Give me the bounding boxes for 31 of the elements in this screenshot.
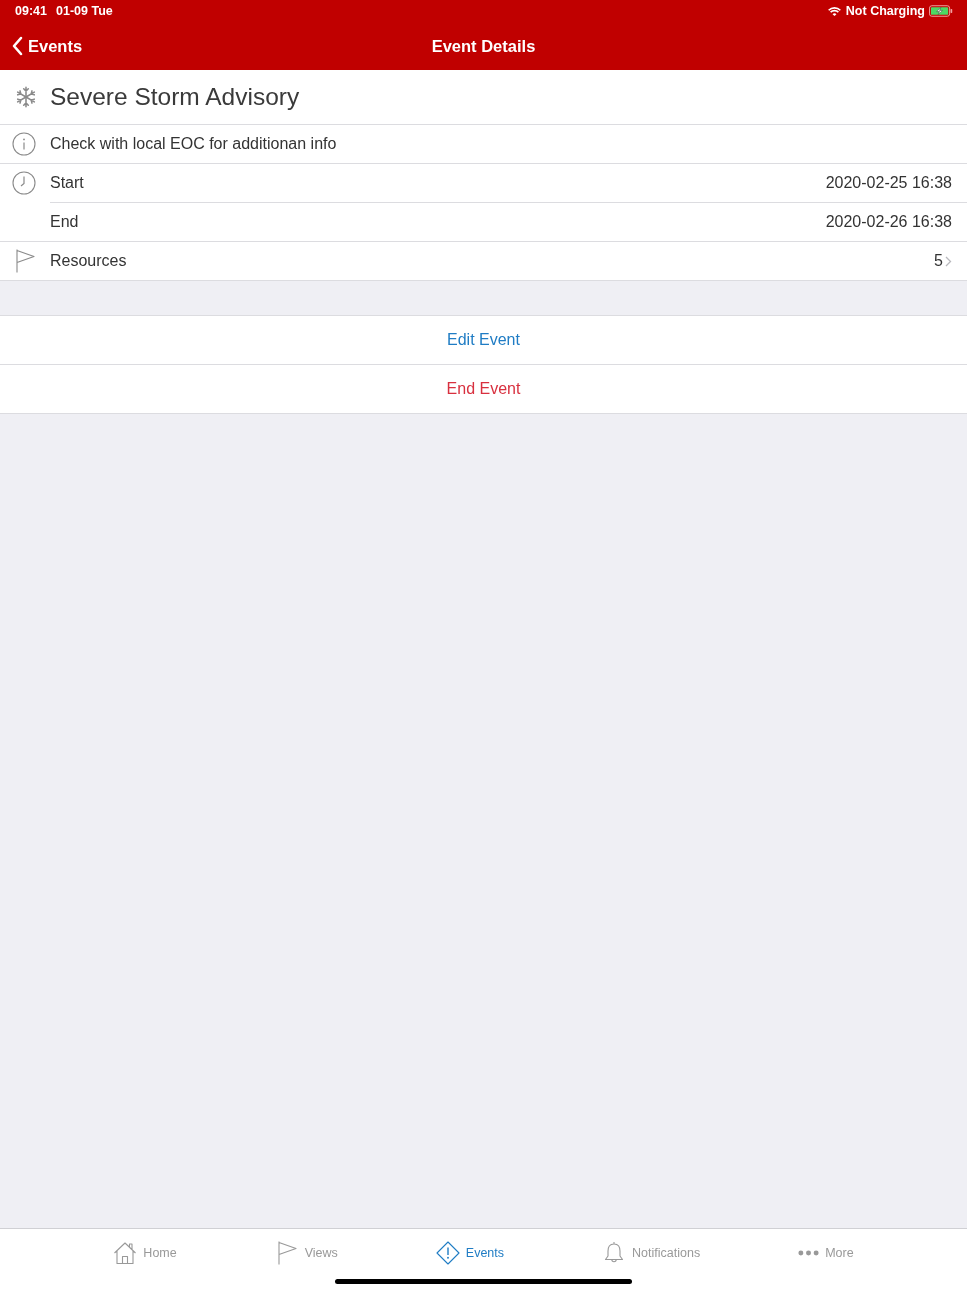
event-title: Severe Storm Advisory	[50, 83, 300, 111]
clock-icon	[12, 171, 36, 195]
more-icon	[798, 1250, 820, 1256]
edit-event-button[interactable]: Edit Event	[0, 316, 967, 365]
tab-item[interactable]: Notifications	[602, 1239, 701, 1267]
wifi-icon	[826, 5, 842, 17]
chevron-left-icon	[12, 36, 23, 56]
detail-value: 2020-02-26 16:38	[825, 213, 952, 231]
tab-item[interactable]: Home	[113, 1239, 177, 1267]
tab-item[interactable]: Views	[274, 1239, 338, 1267]
snowflake-icon	[15, 86, 37, 108]
detail-label: Resources	[50, 252, 127, 270]
back-button[interactable]: Events	[10, 34, 85, 58]
nav-title: Event Details	[431, 36, 536, 56]
tab-item[interactable]: More	[798, 1239, 854, 1267]
end-event-button[interactable]: End Event	[0, 365, 967, 414]
detail-label: Check with local EOC for additionan info	[50, 135, 337, 153]
detail-value: 2020-02-25 16:38	[825, 174, 952, 192]
flag-icon	[15, 249, 35, 273]
battery-icon	[929, 5, 953, 17]
detail-value: 5	[934, 252, 943, 270]
detail-label: Start	[50, 174, 84, 192]
home-icon	[113, 1241, 138, 1265]
tab-item[interactable]: Events	[435, 1239, 505, 1267]
resources-row[interactable]: Resources 5	[0, 242, 967, 281]
charging-status: Not Charging	[845, 4, 925, 18]
info-icon	[12, 132, 36, 156]
status-time: 09:41	[15, 4, 47, 18]
status-date: 01-09 Tue	[56, 4, 113, 18]
detail-label: End	[50, 213, 79, 231]
diamond-exclamation-icon	[435, 1241, 460, 1265]
